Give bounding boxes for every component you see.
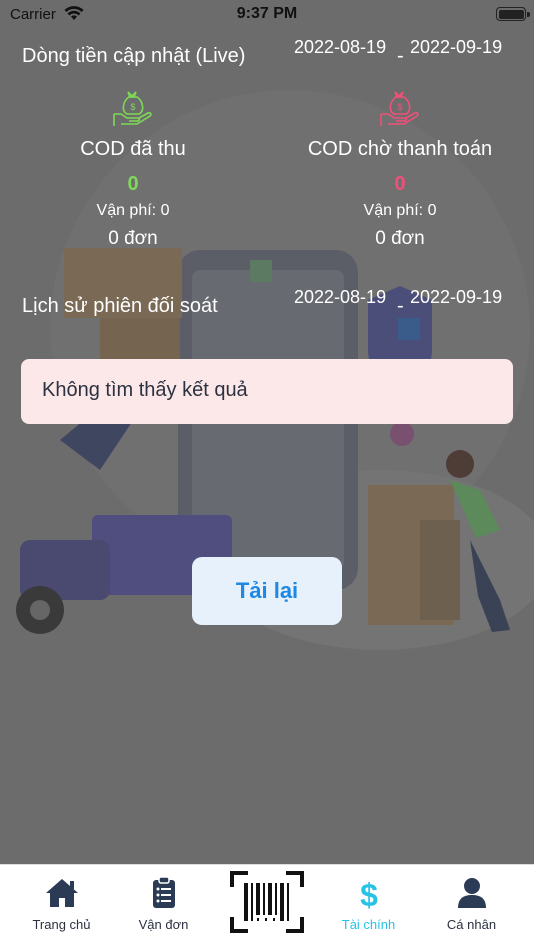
tab-profile[interactable]: Cá nhân <box>418 865 525 950</box>
tab-waybill[interactable]: Vận đơn <box>110 865 217 950</box>
history-title: Lịch sử phiên đối soát <box>22 295 218 317</box>
cod-collected-value: 0 <box>127 173 139 195</box>
finance-screen: Dòng tiền cập nhật (Live) 2022-08-19 - 2… <box>0 0 534 864</box>
money-bag-hand-icon: $ <box>113 91 152 126</box>
svg-text:$: $ <box>360 877 378 909</box>
home-icon <box>45 879 78 907</box>
svg-text:$: $ <box>397 102 402 112</box>
empty-result-box: Không tìm thấy kết quả <box>21 359 513 424</box>
tab-label: Cá nhân <box>446 917 497 932</box>
tab-label: Trang chủ <box>32 917 91 932</box>
user-icon <box>457 878 486 908</box>
cod-collected-orders: 0 đơn <box>108 228 158 249</box>
tab-scan[interactable] <box>213 865 320 950</box>
cod-pending-value: 0 <box>394 173 406 195</box>
money-bag-hand-icon: $ <box>380 91 419 126</box>
cod-pending-card: $ COD chờ thanh toán 0 Vận phí: 0 0 đơn <box>280 86 520 250</box>
history-date-from[interactable]: 2022-08-19 <box>294 286 394 308</box>
clipboard-icon <box>152 877 175 908</box>
dollar-icon: $ <box>360 877 378 909</box>
battery-icon <box>496 7 530 21</box>
history-date-separator: - <box>397 295 404 317</box>
cod-pending-fee: Vận phí: 0 <box>363 202 437 219</box>
cod-pending-orders: 0 đơn <box>375 228 425 249</box>
tab-home[interactable]: Trang chủ <box>8 865 115 950</box>
cod-collected-fee: Vận phí: 0 <box>96 202 170 219</box>
tab-finance[interactable]: $ Tài chính <box>315 865 422 950</box>
empty-result-text: Không tìm thấy kết quả <box>42 379 248 401</box>
svg-text:$: $ <box>130 102 135 112</box>
cod-collected-label: COD đã thu <box>80 138 186 160</box>
tab-label: Tài chính <box>341 917 396 932</box>
cashflow-title: Dòng tiền cập nhật (Live) <box>22 45 246 67</box>
status-bar: Carrier 9:37 PM <box>0 0 534 30</box>
cod-collected-card: $ COD đã thu 0 Vận phí: 0 0 đơn <box>13 86 253 250</box>
cashflow-date-to[interactable]: 2022-09-19 <box>410 36 510 58</box>
tab-label: Vận đơn <box>138 917 189 932</box>
cashflow-date-separator: - <box>397 45 404 67</box>
cashflow-date-from[interactable]: 2022-08-19 <box>294 36 394 58</box>
barcode-scan-icon <box>229 871 304 933</box>
bottom-tab-bar: Trang chủ Vận đơn $ Tài chính Cá nhân <box>0 864 534 950</box>
clock: 9:37 PM <box>236 5 298 22</box>
reload-button[interactable]: Tải lại <box>192 557 342 625</box>
cod-pending-label: COD chờ thanh toán <box>307 138 493 160</box>
history-date-to[interactable]: 2022-09-19 <box>410 286 510 308</box>
